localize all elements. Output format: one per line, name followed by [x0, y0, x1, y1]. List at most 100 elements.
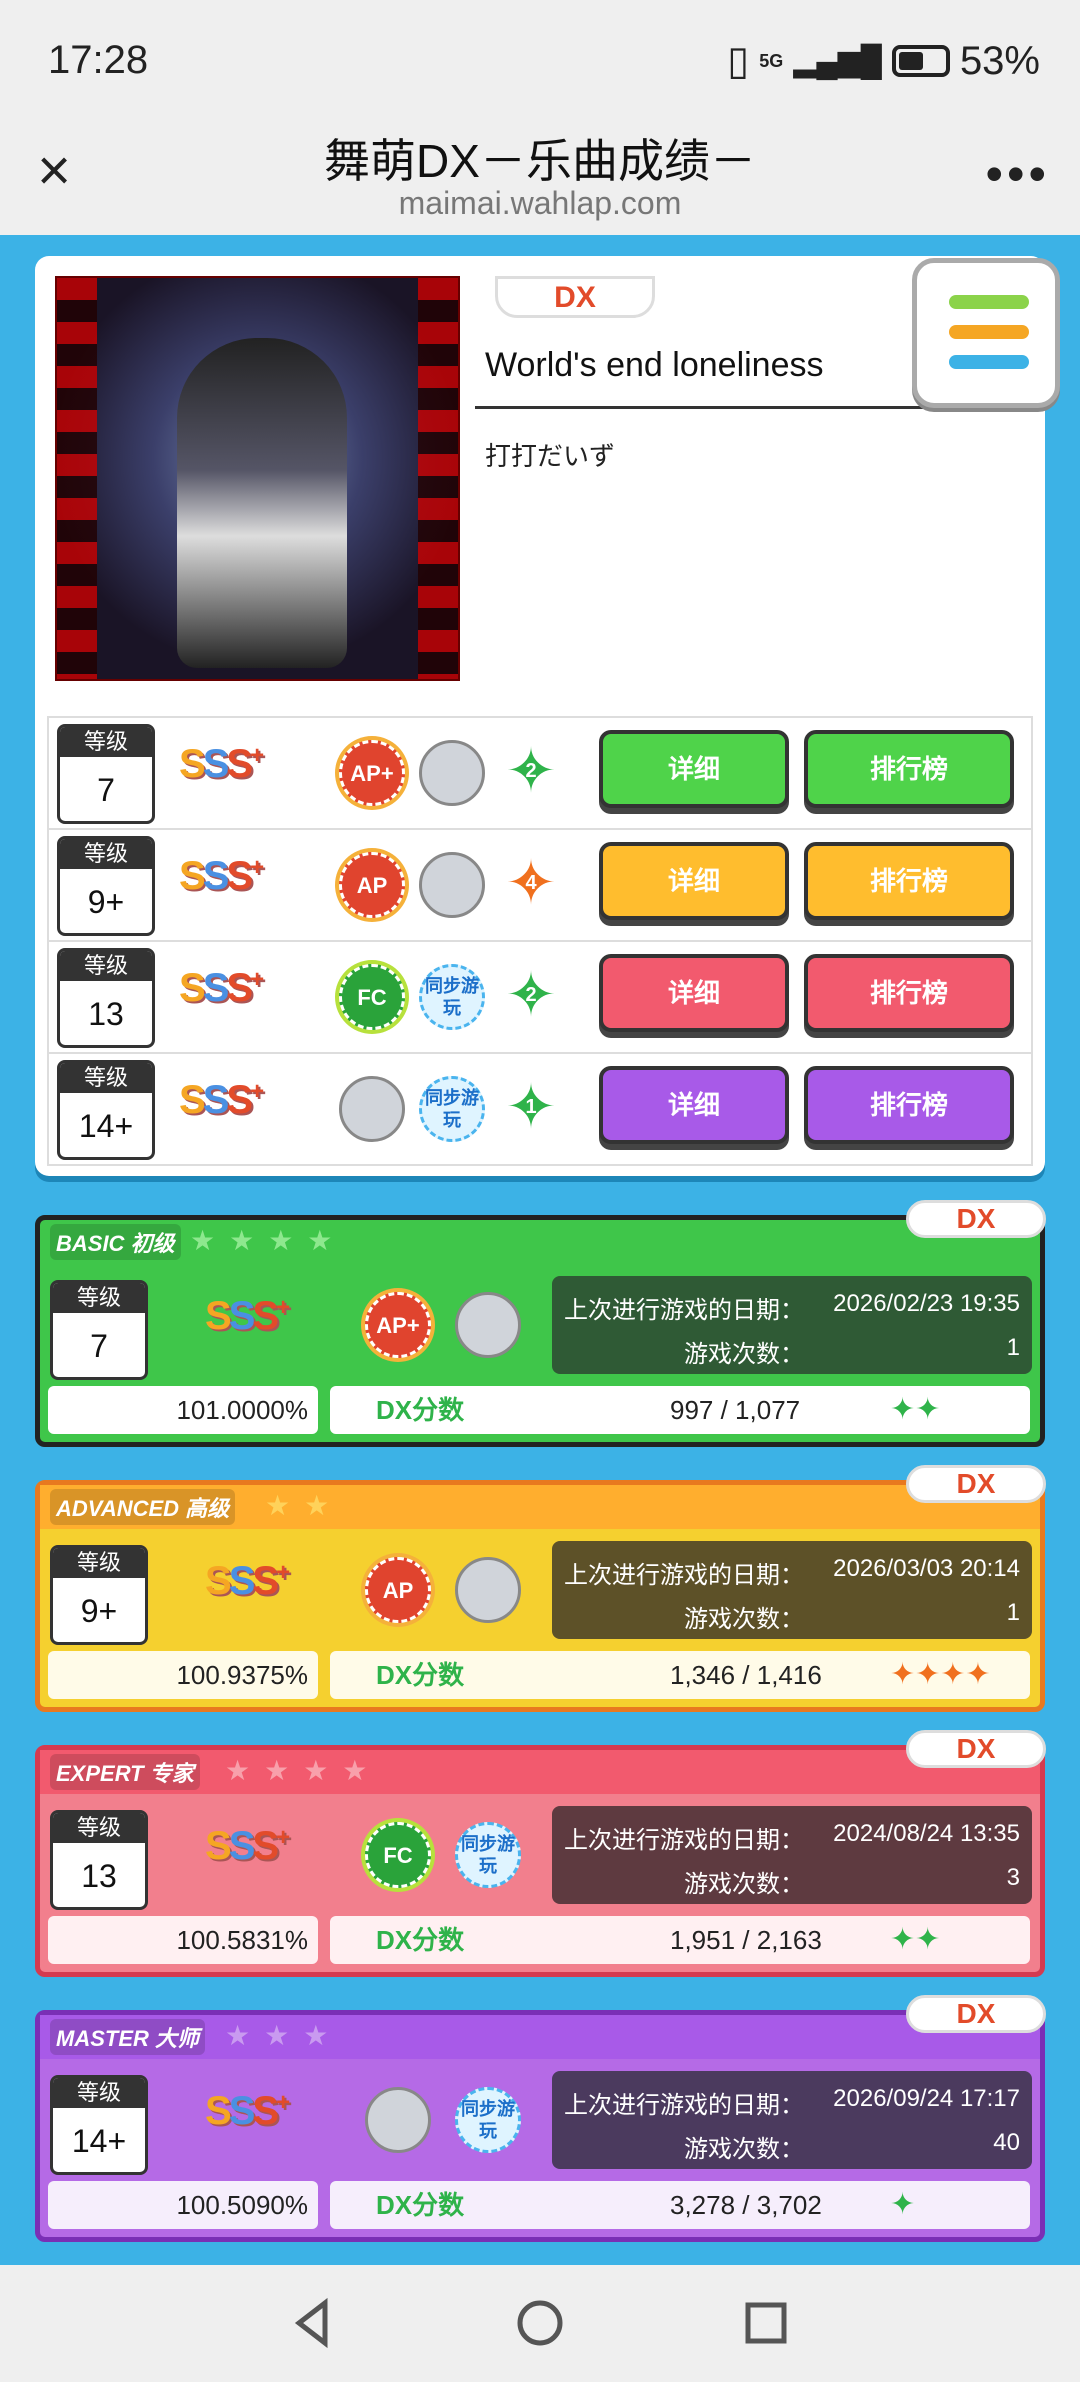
difficulty-name: ADVANCED 高级 [50, 1489, 236, 1525]
combo-badge: AP+ [339, 740, 405, 806]
ranking-button[interactable]: 排行榜 [804, 842, 1014, 920]
song-artist: 打打だいず [485, 441, 616, 471]
detail-button[interactable]: 详细 [599, 842, 789, 920]
dx-score-box: DX分数 997 / 1,077 ✦✦ [330, 1386, 1030, 1434]
dx-score-box: DX分数 1,346 / 1,416 ✦✦✦✦ [330, 1651, 1030, 1699]
difficulty-row-expert: 等级 13 SSS+ FC 同步游玩 ✦ 2 详细 排行榜 [49, 942, 1031, 1054]
combo-badge: FC [339, 964, 405, 1030]
achievement-rate: 100.5831% [48, 1916, 318, 1964]
score-card-expert: EXPERT 专家 ★★★★ DX 等级 13 SSS+ FC 同步游玩 上次进行… [35, 1730, 1046, 1977]
sync-badge-empty [455, 1557, 521, 1623]
sync-badge-empty [455, 1292, 521, 1358]
rank-badge: SSS+ [179, 854, 264, 899]
combo-badge: AP+ [365, 1292, 431, 1358]
difficulty-row-advanced: 等级 9+ SSS+ AP ✦ 4 详细 排行榜 [49, 830, 1031, 942]
page-title: 舞萌DX－乐曲成绩－ [324, 135, 756, 187]
detail-button[interactable]: 详细 [599, 954, 789, 1032]
signal-icon: ▂▄▆█ [793, 44, 882, 78]
level-box: 等级 14+ [57, 1060, 155, 1160]
rank-badge: SSS+ [205, 1824, 290, 1869]
difficulty-row-master: 等级 14+ SSS+ 同步游玩 ✦ 1 详细 排行榜 [49, 1054, 1031, 1166]
dx-stars: ✦✦✦✦ [890, 1658, 991, 1691]
sync-badge: 同步游玩 [455, 2087, 521, 2153]
detail-button[interactable]: 详细 [599, 730, 789, 808]
status-bar: 17:28 ▯ 5G ▂▄▆█ 53% [0, 0, 1080, 125]
rank-badge: SSS+ [205, 1294, 290, 1339]
dx-stars: ✦ [890, 2188, 916, 2221]
more-icon[interactable]: ••• [985, 145, 1050, 203]
battery-icon [891, 45, 950, 77]
play-info: 上次进行游戏的日期： 2026/09/24 17:17 游戏次数： 40 [552, 2071, 1032, 2169]
difficulty-stars: ★★★★ [225, 1755, 382, 1786]
song-title: World's end loneliness [485, 346, 824, 384]
hamburger-menu-icon[interactable] [912, 258, 1060, 408]
clock: 17:28 [48, 38, 149, 82]
dx-star-icon: ✦ 1 [505, 1073, 557, 1142]
combo-badge: AP [339, 852, 405, 918]
rank-badge: SSS+ [179, 1078, 264, 1123]
score-card-basic: BASIC 初级 ★★★★ DX 等级 7 SSS+ AP+ 上次进行游戏的日期：… [35, 1200, 1046, 1447]
detail-button[interactable]: 详细 [599, 1066, 789, 1144]
level-box: 等级 9+ [50, 1545, 148, 1645]
rank-badge: SSS+ [205, 2089, 290, 2134]
back-icon[interactable] [285, 2295, 341, 2351]
app-bar: × 舞萌DX－乐曲成绩－ maimai.wahlap.com ••• [0, 125, 1080, 235]
chart-type-badge: DX [906, 1465, 1046, 1503]
vibrate-icon: ▯ [727, 39, 750, 83]
play-info: 上次进行游戏的日期： 2024/08/24 13:35 游戏次数： 3 [552, 1806, 1032, 1904]
play-info: 上次进行游戏的日期： 2026/03/03 20:14 游戏次数： 1 [552, 1541, 1032, 1639]
ranking-button[interactable]: 排行榜 [804, 1066, 1014, 1144]
system-nav-bar [0, 2265, 1080, 2382]
chart-type-badge: DX [906, 1200, 1046, 1238]
rank-badge: SSS+ [179, 966, 264, 1011]
dx-score-box: DX分数 1,951 / 2,163 ✦✦ [330, 1916, 1030, 1964]
achievement-rate: 101.0000% [48, 1386, 318, 1434]
difficulty-name: MASTER 大师 [50, 2019, 206, 2055]
score-card-advanced: ADVANCED 高级 ★★ DX 等级 9+ SSS+ AP 上次进行游戏的日期… [35, 1465, 1046, 1712]
sync-badge-empty [419, 852, 485, 918]
difficulty-stars: ★★★ [225, 2020, 343, 2051]
sync-badge: 同步游玩 [455, 1822, 521, 1888]
difficulty-name: BASIC 初级 [50, 1224, 181, 1260]
combo-badge: AP [365, 1557, 431, 1623]
chart-type-badge: DX [906, 1730, 1046, 1768]
combo-badge-empty [365, 2087, 431, 2153]
page-url: maimai.wahlap.com [398, 185, 682, 221]
dx-star-icon: ✦ 2 [505, 961, 557, 1030]
level-box: 等级 7 [57, 724, 155, 824]
battery-percent: 53% [959, 38, 1040, 83]
level-box: 等级 13 [57, 948, 155, 1048]
dx-stars: ✦✦ [890, 1393, 941, 1426]
ranking-button[interactable]: 排行榜 [804, 954, 1014, 1032]
level-box: 等级 14+ [50, 2075, 148, 2175]
network-icon: 5G [759, 51, 784, 71]
combo-badge-empty [339, 1076, 405, 1142]
ranking-button[interactable]: 排行榜 [804, 730, 1014, 808]
score-card-master: MASTER 大师 ★★★ DX 等级 14+ SSS+ 同步游玩 上次进行游戏的… [35, 1995, 1046, 2242]
chart-type-badge: DX [495, 276, 655, 318]
achievement-rate: 100.9375% [48, 1651, 318, 1699]
play-info: 上次进行游戏的日期： 2026/02/23 19:35 游戏次数： 1 [552, 1276, 1032, 1374]
rank-badge: SSS+ [205, 1559, 290, 1604]
level-box: 等级 9+ [57, 836, 155, 936]
difficulty-row-basic: 等级 7 SSS+ AP+ ✦ 2 详细 排行榜 [49, 718, 1031, 830]
song-jacket-image [55, 276, 460, 681]
dx-star-icon: ✦ 4 [505, 849, 557, 918]
level-box: 等级 13 [50, 1810, 148, 1910]
sync-badge-empty [419, 740, 485, 806]
dx-star-icon: ✦ 2 [505, 737, 557, 806]
song-card: DX World's end loneliness 打打だいず 等级 7 SSS+… [35, 256, 1045, 1176]
dx-stars: ✦✦ [890, 1923, 941, 1956]
achievement-rate: 100.5090% [48, 2181, 318, 2229]
sync-badge: 同步游玩 [419, 964, 485, 1030]
sync-badge: 同步游玩 [419, 1076, 485, 1142]
chart-type-badge: DX [906, 1995, 1046, 2033]
dx-score-box: DX分数 3,278 / 3,702 ✦ [330, 2181, 1030, 2229]
home-icon[interactable] [512, 2295, 568, 2351]
difficulty-overview: 等级 7 SSS+ AP+ ✦ 2 详细 排行榜 等级 9+ SSS+ AP ✦ 4 详… [47, 716, 1033, 1166]
rank-badge: SSS+ [179, 742, 264, 787]
level-box: 等级 7 [50, 1280, 148, 1380]
difficulty-stars: ★★ [265, 1490, 344, 1521]
difficulty-name: EXPERT 专家 [50, 1754, 200, 1790]
recents-icon[interactable] [738, 2295, 794, 2351]
